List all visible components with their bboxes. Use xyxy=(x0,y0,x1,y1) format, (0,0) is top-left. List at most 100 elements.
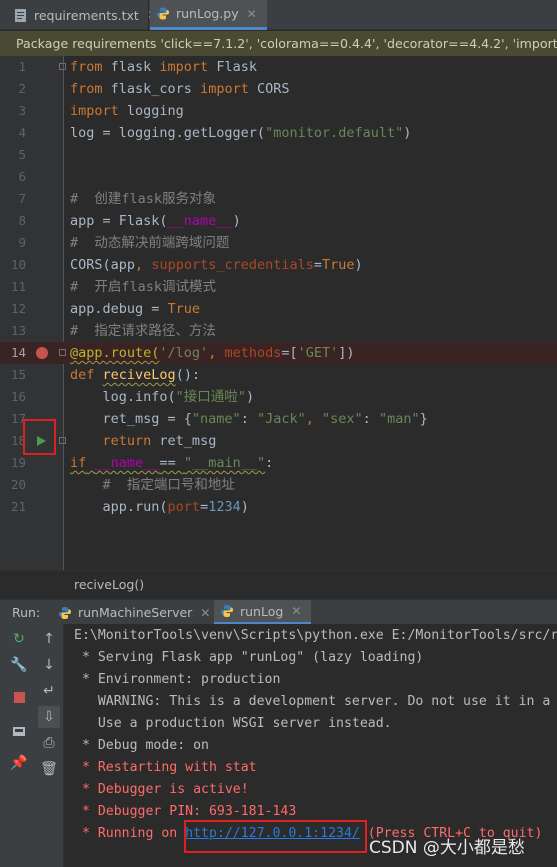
close-icon[interactable]: ✕ xyxy=(247,7,257,21)
code-line: ret_msg = {"name": "Jack", "sex": "man"} xyxy=(70,411,428,427)
code-comment: # 开启flask调试模式 xyxy=(70,279,217,295)
line-number: 12 xyxy=(10,301,26,316)
console-line: Use a production WSGI server instead. xyxy=(74,716,392,731)
stop-icon[interactable] xyxy=(8,686,30,708)
line-number: 2 xyxy=(18,81,26,96)
string-literal: '/log' xyxy=(159,345,209,361)
running-prefix: * Running on xyxy=(74,826,186,841)
code-line: from flask import Flask xyxy=(70,59,257,75)
rerun-icon[interactable]: ↻ xyxy=(8,628,30,650)
python-icon xyxy=(221,605,233,617)
line-number: 14 xyxy=(10,345,26,360)
code-line: def reciveLog(): xyxy=(70,367,201,383)
scroll-to-end-icon[interactable]: ⇩ xyxy=(38,706,60,728)
code-line: log.info("接口通啦") xyxy=(70,389,255,405)
line-number: 8 xyxy=(18,213,26,228)
string-literal: "接口通啦" xyxy=(175,389,246,405)
code-line: if __name__== "__main__": xyxy=(70,455,274,471)
string-literal: "monitor.default" xyxy=(265,125,404,141)
console-line: * Debug mode: on xyxy=(74,738,209,753)
tab-label: requirements.txt xyxy=(34,7,139,23)
code-editor[interactable]: 1 2 3 4 5 6 7 8 9 10 11 12 13 14 15 16 1… xyxy=(0,56,557,570)
run-label: Run: xyxy=(12,605,41,620)
line-number: 9 xyxy=(18,235,26,250)
line-number: 5 xyxy=(18,147,26,162)
tab-label: runLog.py xyxy=(176,6,239,21)
console-line: * Debugger is active! xyxy=(74,782,249,797)
run-tool-window: ↻ 🔧 📌 ↑ ↓ ↵ ⇩ ⎙ 🗑 E:\MonitorTools\venv\S… xyxy=(0,624,557,867)
run-tab-label: runLog xyxy=(240,603,284,619)
console-line: * Environment: production xyxy=(74,672,281,687)
string-literal: 'GET' xyxy=(297,345,339,361)
close-icon[interactable]: ✕ xyxy=(200,606,210,620)
run-tool-window-header: Run: runMachineServer ✕ runLog ✕ xyxy=(0,599,557,625)
layout-icon[interactable] xyxy=(8,720,30,742)
soft-wrap-icon[interactable]: ↵ xyxy=(38,680,60,702)
code-line: @app.route('/log', methods=['GET']) xyxy=(70,345,355,361)
url-highlight-box xyxy=(184,820,367,853)
line-number: 11 xyxy=(10,279,26,294)
line-number: 4 xyxy=(18,125,26,140)
line-number: 19 xyxy=(10,455,26,470)
line-number: 20 xyxy=(10,477,26,492)
console-line: * Serving Flask app "runLog" (lazy loadi… xyxy=(74,650,424,665)
breadcrumb[interactable]: reciveLog() xyxy=(0,570,557,598)
string-literal: "name" xyxy=(191,411,241,427)
pin-icon[interactable]: 📌 xyxy=(8,752,30,774)
python-file-icon xyxy=(157,7,169,20)
line-number: 7 xyxy=(18,191,26,206)
console-line: E:\MonitorTools\venv\Scripts\python.exe … xyxy=(74,628,557,643)
line-number: 21 xyxy=(10,499,26,514)
code-line: app = Flask(__name__) xyxy=(70,213,241,229)
run-tab-runlog[interactable]: runLog ✕ xyxy=(214,600,312,625)
number-literal: 1234 xyxy=(208,499,241,515)
code-line: return ret_msg xyxy=(102,433,217,449)
fold-icon[interactable] xyxy=(59,437,66,444)
arrow-down-icon[interactable]: ↓ xyxy=(38,654,60,676)
code-comment: # 动态解决前端跨域问题 xyxy=(70,235,230,251)
string-literal: "sex" xyxy=(322,411,363,427)
tab-divider xyxy=(148,0,149,30)
breakpoint-icon[interactable] xyxy=(36,347,48,359)
run-toolbar-secondary: ↑ ↓ ↵ ⇩ ⎙ 🗑 xyxy=(36,624,64,867)
code-line: import logging xyxy=(70,103,184,119)
line-number: 15 xyxy=(10,367,26,382)
line-number: 10 xyxy=(10,257,26,272)
line-number: 6 xyxy=(18,169,26,184)
arrow-up-icon[interactable]: ↑ xyxy=(38,628,60,650)
python-icon xyxy=(59,606,71,619)
print-icon[interactable]: ⎙ xyxy=(38,732,60,754)
code-comment: # 创建flask服务对象 xyxy=(70,191,217,207)
string-literal: "Jack" xyxy=(256,411,306,427)
wrench-icon[interactable]: 🔧 xyxy=(8,654,30,676)
line-number: 16 xyxy=(10,389,26,404)
fold-icon[interactable] xyxy=(59,349,66,356)
code-line: CORS(app, supports_credentials=True) xyxy=(70,257,363,273)
package-requirements-banner: Package requirements 'click==7.1.2', 'co… xyxy=(0,31,557,56)
code-comment: # 指定端口号和地址 xyxy=(102,477,235,493)
string-literal: "__main__" xyxy=(183,455,266,471)
trash-icon[interactable]: 🗑 xyxy=(38,758,60,780)
run-tab-label: runMachineServer xyxy=(78,605,193,620)
run-toolbar-primary: ↻ 🔧 📌 xyxy=(0,624,36,867)
string-literal: "man" xyxy=(378,411,420,427)
watermark: CSDN @大小都是愁 xyxy=(369,838,525,858)
console-line: WARNING: This is a development server. D… xyxy=(97,694,551,709)
tab-requirements-txt[interactable]: requirements.txt ✕ xyxy=(14,0,157,30)
code-line: log = logging.getLogger("monitor.default… xyxy=(70,125,412,141)
line-number: 3 xyxy=(18,103,26,118)
line-number: 1 xyxy=(18,59,26,74)
close-icon[interactable]: ✕ xyxy=(291,604,301,618)
run-tab-runmachineserver[interactable]: runMachineServer ✕ xyxy=(56,600,218,625)
code-comment: # 指定请求路径、方法 xyxy=(70,323,216,339)
tab-runlog-py[interactable]: runLog.py ✕ xyxy=(150,0,267,30)
editor-tab-bar: requirements.txt ✕ runLog.py ✕ xyxy=(0,0,557,30)
console-line: * Restarting with stat xyxy=(74,760,257,775)
run-icon[interactable] xyxy=(37,436,46,446)
line-number: 13 xyxy=(10,323,26,338)
code-line: from flask_cors import CORS xyxy=(70,81,290,97)
fold-icon[interactable] xyxy=(59,63,66,70)
text-file-icon xyxy=(15,8,26,22)
code-line: app.run(port=1234) xyxy=(70,499,249,515)
code-line: app.debug = True xyxy=(70,301,201,317)
